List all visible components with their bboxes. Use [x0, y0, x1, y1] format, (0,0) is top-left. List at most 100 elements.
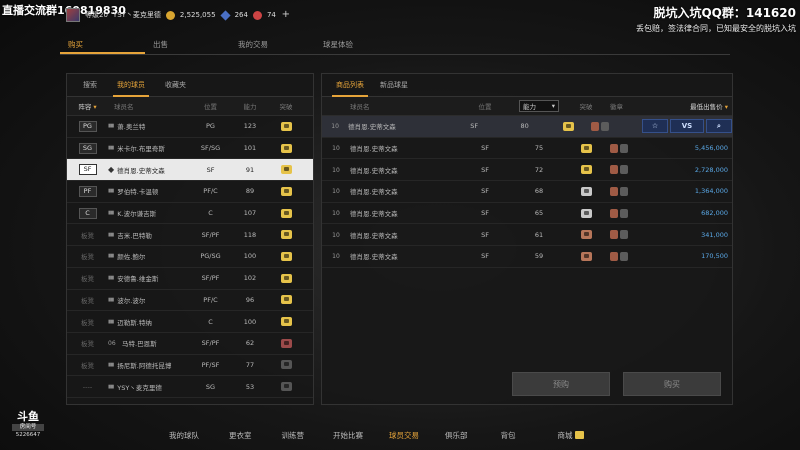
player-row[interactable]: PF ▮▮▮ 罗伯特.卡温顿 PF/C 89 — [67, 181, 313, 203]
tab-buy[interactable]: 购买 — [60, 38, 145, 54]
header-position[interactable]: 位置 — [460, 101, 510, 111]
tab-product-list[interactable]: 商品列表 — [332, 74, 368, 97]
rating-bars-icon: ▮▮▮ — [108, 253, 114, 260]
rating-bars-icon: ▮▮▮ — [108, 318, 114, 325]
avatar[interactable] — [66, 8, 80, 22]
nav-shop[interactable]: 商城 — [558, 430, 584, 441]
player-row[interactable]: 板凳 ▮▮▮ 吉米.巴特勒 SF/PF 118 — [67, 224, 313, 247]
lineup-slot: 板凳 — [67, 360, 108, 370]
player-name-cell: ▮▮▮ 波尔.波尔 — [108, 295, 192, 305]
nav-backpack[interactable]: 背包 — [501, 430, 516, 441]
market-row[interactable]: 10 德肖恩.史蒂文森 SF 72 2,728,000 — [322, 159, 732, 182]
add-currency-button[interactable]: + — [281, 10, 291, 20]
player-row[interactable]: ---- ▮▮▮ YSY丶麦克里德 SG 53 — [67, 376, 313, 398]
breakthrough-badge-icon — [580, 208, 592, 218]
breakthrough-badge-icon — [280, 295, 292, 305]
header-player-name[interactable]: 球员名 — [108, 101, 192, 111]
player-row[interactable]: 板凳 ▮▮▮ 扬尼斯.阿德托昆博 PF/SF 77 — [67, 355, 313, 377]
player-position: PF/C — [203, 187, 218, 196]
player-row[interactable]: 板凳 ▮▮▮ 迈勒斯.特纳 C 100 — [67, 311, 313, 333]
tab-my-trades[interactable]: 我的交易 — [230, 38, 315, 54]
nav-locker-room[interactable]: 更衣室 — [229, 430, 252, 441]
nav-club[interactable]: 俱乐部 — [445, 430, 468, 441]
player-level: 等级20 — [85, 11, 108, 19]
player-row[interactable]: SF ◆ 德肖恩.史蒂文森 SF 91 — [67, 159, 313, 182]
player-row[interactable]: 板凳 ▮▮▮ 颜佐.鲍尔 PG/SG 100 — [67, 246, 313, 268]
header-position[interactable]: 位置 — [192, 101, 229, 111]
gem-slot-icon — [610, 165, 618, 175]
lineup-slot: SG — [67, 142, 108, 154]
buy-button[interactable]: 购买 — [623, 372, 721, 396]
player-row[interactable]: PG ▮▮▮ 萧.奥兰特 PG 123 — [67, 116, 313, 138]
tab-new-stars[interactable]: 新品球星 — [380, 74, 408, 97]
player-row[interactable]: C ▮▮▮ K.波尔谦吉斯 C 107 — [67, 203, 313, 225]
header-breakthrough[interactable]: 突破 — [271, 101, 301, 111]
rating-bars-icon: ▮▮▮ — [108, 383, 114, 390]
ticket-icon — [252, 10, 262, 20]
player-name: 迈勒斯.特纳 — [117, 318, 152, 327]
market-row[interactable]: 10 德肖恩.史蒂文森 SF 75 5,456,000 — [322, 138, 732, 160]
gem-cell — [604, 208, 660, 218]
favorite-star-button[interactable]: ☆ — [641, 119, 668, 134]
player-position: SF — [206, 165, 215, 174]
header-ability[interactable]: 能力 — [229, 101, 271, 111]
preorder-button[interactable]: 预购 — [512, 372, 610, 396]
lineup-slot-label: 板凳 — [81, 340, 94, 349]
player-position: SF — [481, 144, 489, 153]
nav-my-team[interactable]: 我的球队 — [169, 430, 199, 441]
player-ability: 65 — [534, 209, 544, 218]
lineup-slot: 板凳 — [67, 230, 108, 240]
market-row[interactable]: 10 德肖恩.史蒂文森 SF 68 1,364,000 — [322, 181, 732, 203]
tab-favorites[interactable]: 收藏夹 — [165, 74, 186, 97]
right-table-header: 球员名 位置 能力 ▾ 突破 徽章 最低出售价 ▾ — [322, 97, 732, 116]
lineup-slot: C — [67, 207, 108, 219]
tab-search[interactable]: 搜索 — [83, 74, 97, 97]
nav-start-game[interactable]: 开始比赛 — [333, 430, 363, 441]
gem-slot-icon — [601, 121, 610, 131]
gem-slot-icon — [610, 208, 618, 218]
market-row[interactable]: 10 德肖恩.史蒂文森 SF 59 170,500 — [322, 246, 732, 268]
player-row[interactable]: 板凳 ▮▮▮ 波尔.波尔 PF/C 96 — [67, 290, 313, 312]
compare-vs-button[interactable]: VS — [669, 119, 704, 134]
player-row[interactable]: SG ▮▮▮ 米卡尔.布里奇斯 SF/SG 101 — [67, 138, 313, 160]
ability-sort-select[interactable]: 能力 ▾ — [519, 100, 559, 112]
player-level: 10 — [332, 210, 340, 218]
header-gem[interactable]: 徽章 — [604, 101, 660, 111]
header-ability[interactable]: 能力 ▾ — [510, 100, 568, 112]
breakthrough-badge-icon — [280, 208, 292, 218]
lowest-price: 1,364,000 — [694, 187, 728, 196]
left-table-header: 阵容 ▾ 球员名 位置 能力 突破 — [67, 97, 313, 116]
player-name: 德肖恩.史蒂文森 — [350, 188, 398, 197]
market-row[interactable]: 10 德肖恩.史蒂文森 SF 80 ☆ VS ⌕ — [322, 116, 732, 138]
player-ability: 80 — [520, 122, 529, 131]
header-breakthrough[interactable]: 突破 — [568, 101, 604, 111]
nav-player-trade[interactable]: 球员交易 — [389, 430, 419, 441]
header-lowest-price[interactable]: 最低出售价 ▾ — [660, 101, 732, 111]
market-row[interactable]: 10 德肖恩.史蒂文森 SF 61 341,000 — [322, 224, 732, 247]
breakthrough-cell — [271, 165, 301, 175]
player-position: PG/SG — [200, 252, 221, 261]
player-row[interactable]: 板凳 06 马特.巴恩斯 SF/PF 62 — [67, 333, 313, 355]
breakthrough-badge-icon — [280, 121, 292, 131]
nav-training-camp[interactable]: 训练营 — [282, 430, 305, 441]
header-player-name[interactable]: 球员名 — [350, 101, 460, 111]
player-level-cell: 10 — [322, 209, 350, 217]
tab-my-players[interactable]: 我的球员 — [113, 74, 149, 97]
search-icon[interactable]: ⌕ — [705, 119, 732, 134]
player-name: K.波尔谦吉斯 — [117, 210, 157, 219]
player-name: 颜佐.鲍尔 — [117, 253, 146, 262]
market-row[interactable]: 10 德肖恩.史蒂文森 SF 65 682,000 — [322, 203, 732, 225]
breakthrough-cell — [271, 143, 301, 153]
player-level-cell: 10 — [322, 144, 350, 152]
player-level-cell: 10 — [322, 252, 350, 260]
lineup-slot-label: 板凳 — [81, 318, 94, 327]
lineup-slot-label: PF — [78, 185, 97, 197]
tab-star-trial[interactable]: 球星体验 — [315, 38, 400, 54]
lineup-slot-label: SG — [78, 142, 97, 154]
header-lineup[interactable]: 阵容 ▾ — [67, 101, 108, 111]
lineup-slot-label: 板凳 — [81, 361, 94, 370]
player-ability: 62 — [245, 339, 255, 348]
player-row[interactable]: 板凳 ▮▮▮ 安德鲁.维金斯 SF/PF 102 — [67, 268, 313, 290]
lowest-price: 341,000 — [701, 230, 728, 239]
tab-sell[interactable]: 出售 — [145, 38, 230, 54]
